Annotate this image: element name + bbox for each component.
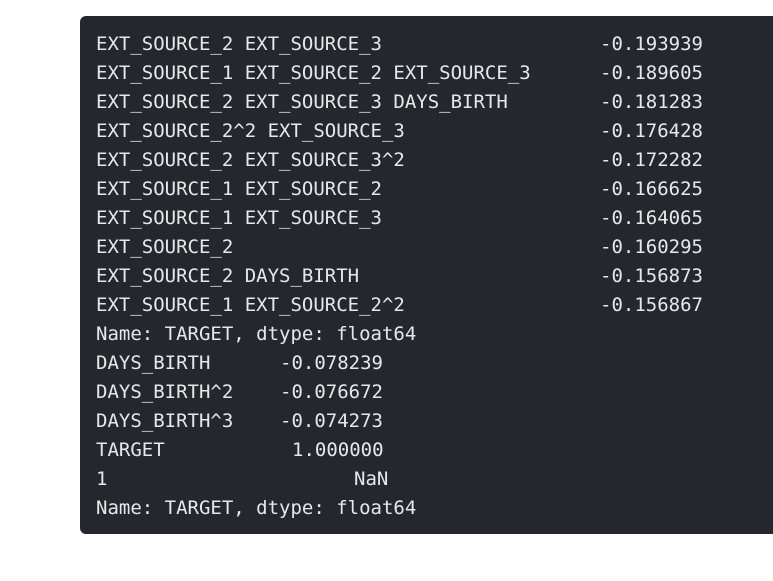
output-line: EXT_SOURCE_1 EXT_SOURCE_2^2 -0.156867: [96, 291, 773, 320]
output-line: DAYS_BIRTH -0.078239: [96, 349, 773, 378]
output-line: EXT_SOURCE_2 EXT_SOURCE_3 -0.193939: [96, 30, 773, 59]
correlation-value: -0.164065: [600, 207, 703, 229]
output-line: EXT_SOURCE_2 EXT_SOURCE_3 DAYS_BIRTH -0.…: [96, 88, 773, 117]
feature-name: EXT_SOURCE_1 EXT_SOURCE_2 EXT_SOURCE_3: [96, 62, 531, 84]
code-output-block: EXT_SOURCE_2 EXT_SOURCE_3 -0.193939 EXT_…: [80, 16, 773, 534]
correlation-value: -0.172282: [600, 149, 703, 171]
output-line: EXT_SOURCE_2 EXT_SOURCE_3^2 -0.172282: [96, 146, 773, 175]
feature-name: EXT_SOURCE_2^2 EXT_SOURCE_3: [96, 120, 405, 142]
correlation-value: -0.176428: [600, 120, 703, 142]
correlation-value: 1.000000: [292, 439, 384, 461]
output-line: EXT_SOURCE_2 DAYS_BIRTH -0.156873: [96, 262, 773, 291]
correlation-value: NaN: [354, 468, 389, 490]
output-line: EXT_SOURCE_2^2 EXT_SOURCE_3 -0.176428: [96, 117, 773, 146]
correlation-value: -0.193939: [600, 33, 703, 55]
correlation-value: -0.078239: [280, 352, 383, 374]
series-footer: Name: TARGET, dtype: float64: [96, 320, 773, 349]
code-output-lines: EXT_SOURCE_2 EXT_SOURCE_3 -0.193939 EXT_…: [96, 30, 773, 523]
feature-name: EXT_SOURCE_2 EXT_SOURCE_3: [96, 33, 382, 55]
feature-name: EXT_SOURCE_2 DAYS_BIRTH: [96, 265, 360, 287]
feature-name: EXT_SOURCE_2 EXT_SOURCE_3^2: [96, 149, 405, 171]
series-footer-text: Name: TARGET, dtype: float64: [96, 323, 417, 345]
output-line: EXT_SOURCE_1 EXT_SOURCE_2 -0.166625: [96, 175, 773, 204]
output-line: TARGET 1.000000: [96, 436, 773, 465]
correlation-value: -0.156873: [600, 265, 703, 287]
output-line: EXT_SOURCE_2 -0.160295: [96, 233, 773, 262]
series-footer: Name: TARGET, dtype: float64: [96, 494, 773, 523]
output-line: DAYS_BIRTH^2 -0.076672: [96, 378, 773, 407]
feature-name: DAYS_BIRTH^3: [96, 410, 234, 432]
feature-name: EXT_SOURCE_2 EXT_SOURCE_3 DAYS_BIRTH: [96, 91, 508, 113]
output-line: EXT_SOURCE_1 EXT_SOURCE_2 EXT_SOURCE_3 -…: [96, 59, 773, 88]
correlation-value: -0.160295: [600, 236, 703, 258]
feature-name: EXT_SOURCE_1 EXT_SOURCE_2^2: [96, 294, 405, 316]
output-line: 1 NaN: [96, 465, 773, 494]
feature-name: DAYS_BIRTH^2: [96, 381, 234, 403]
series-footer-text: Name: TARGET, dtype: float64: [96, 497, 417, 519]
feature-name: DAYS_BIRTH: [96, 352, 211, 374]
correlation-value: -0.076672: [280, 381, 383, 403]
correlation-value: -0.166625: [600, 178, 703, 200]
feature-name: EXT_SOURCE_2: [96, 236, 234, 258]
correlation-value: -0.074273: [280, 410, 383, 432]
feature-name: EXT_SOURCE_1 EXT_SOURCE_3: [96, 207, 382, 229]
feature-name: EXT_SOURCE_1 EXT_SOURCE_2: [96, 178, 382, 200]
correlation-value: -0.156867: [600, 294, 703, 316]
feature-name: TARGET: [96, 439, 165, 461]
correlation-value: -0.181283: [600, 91, 703, 113]
feature-name: 1: [96, 468, 108, 490]
output-line: DAYS_BIRTH^3 -0.074273: [96, 407, 773, 436]
correlation-value: -0.189605: [600, 62, 703, 84]
output-line: EXT_SOURCE_1 EXT_SOURCE_3 -0.164065: [96, 204, 773, 233]
